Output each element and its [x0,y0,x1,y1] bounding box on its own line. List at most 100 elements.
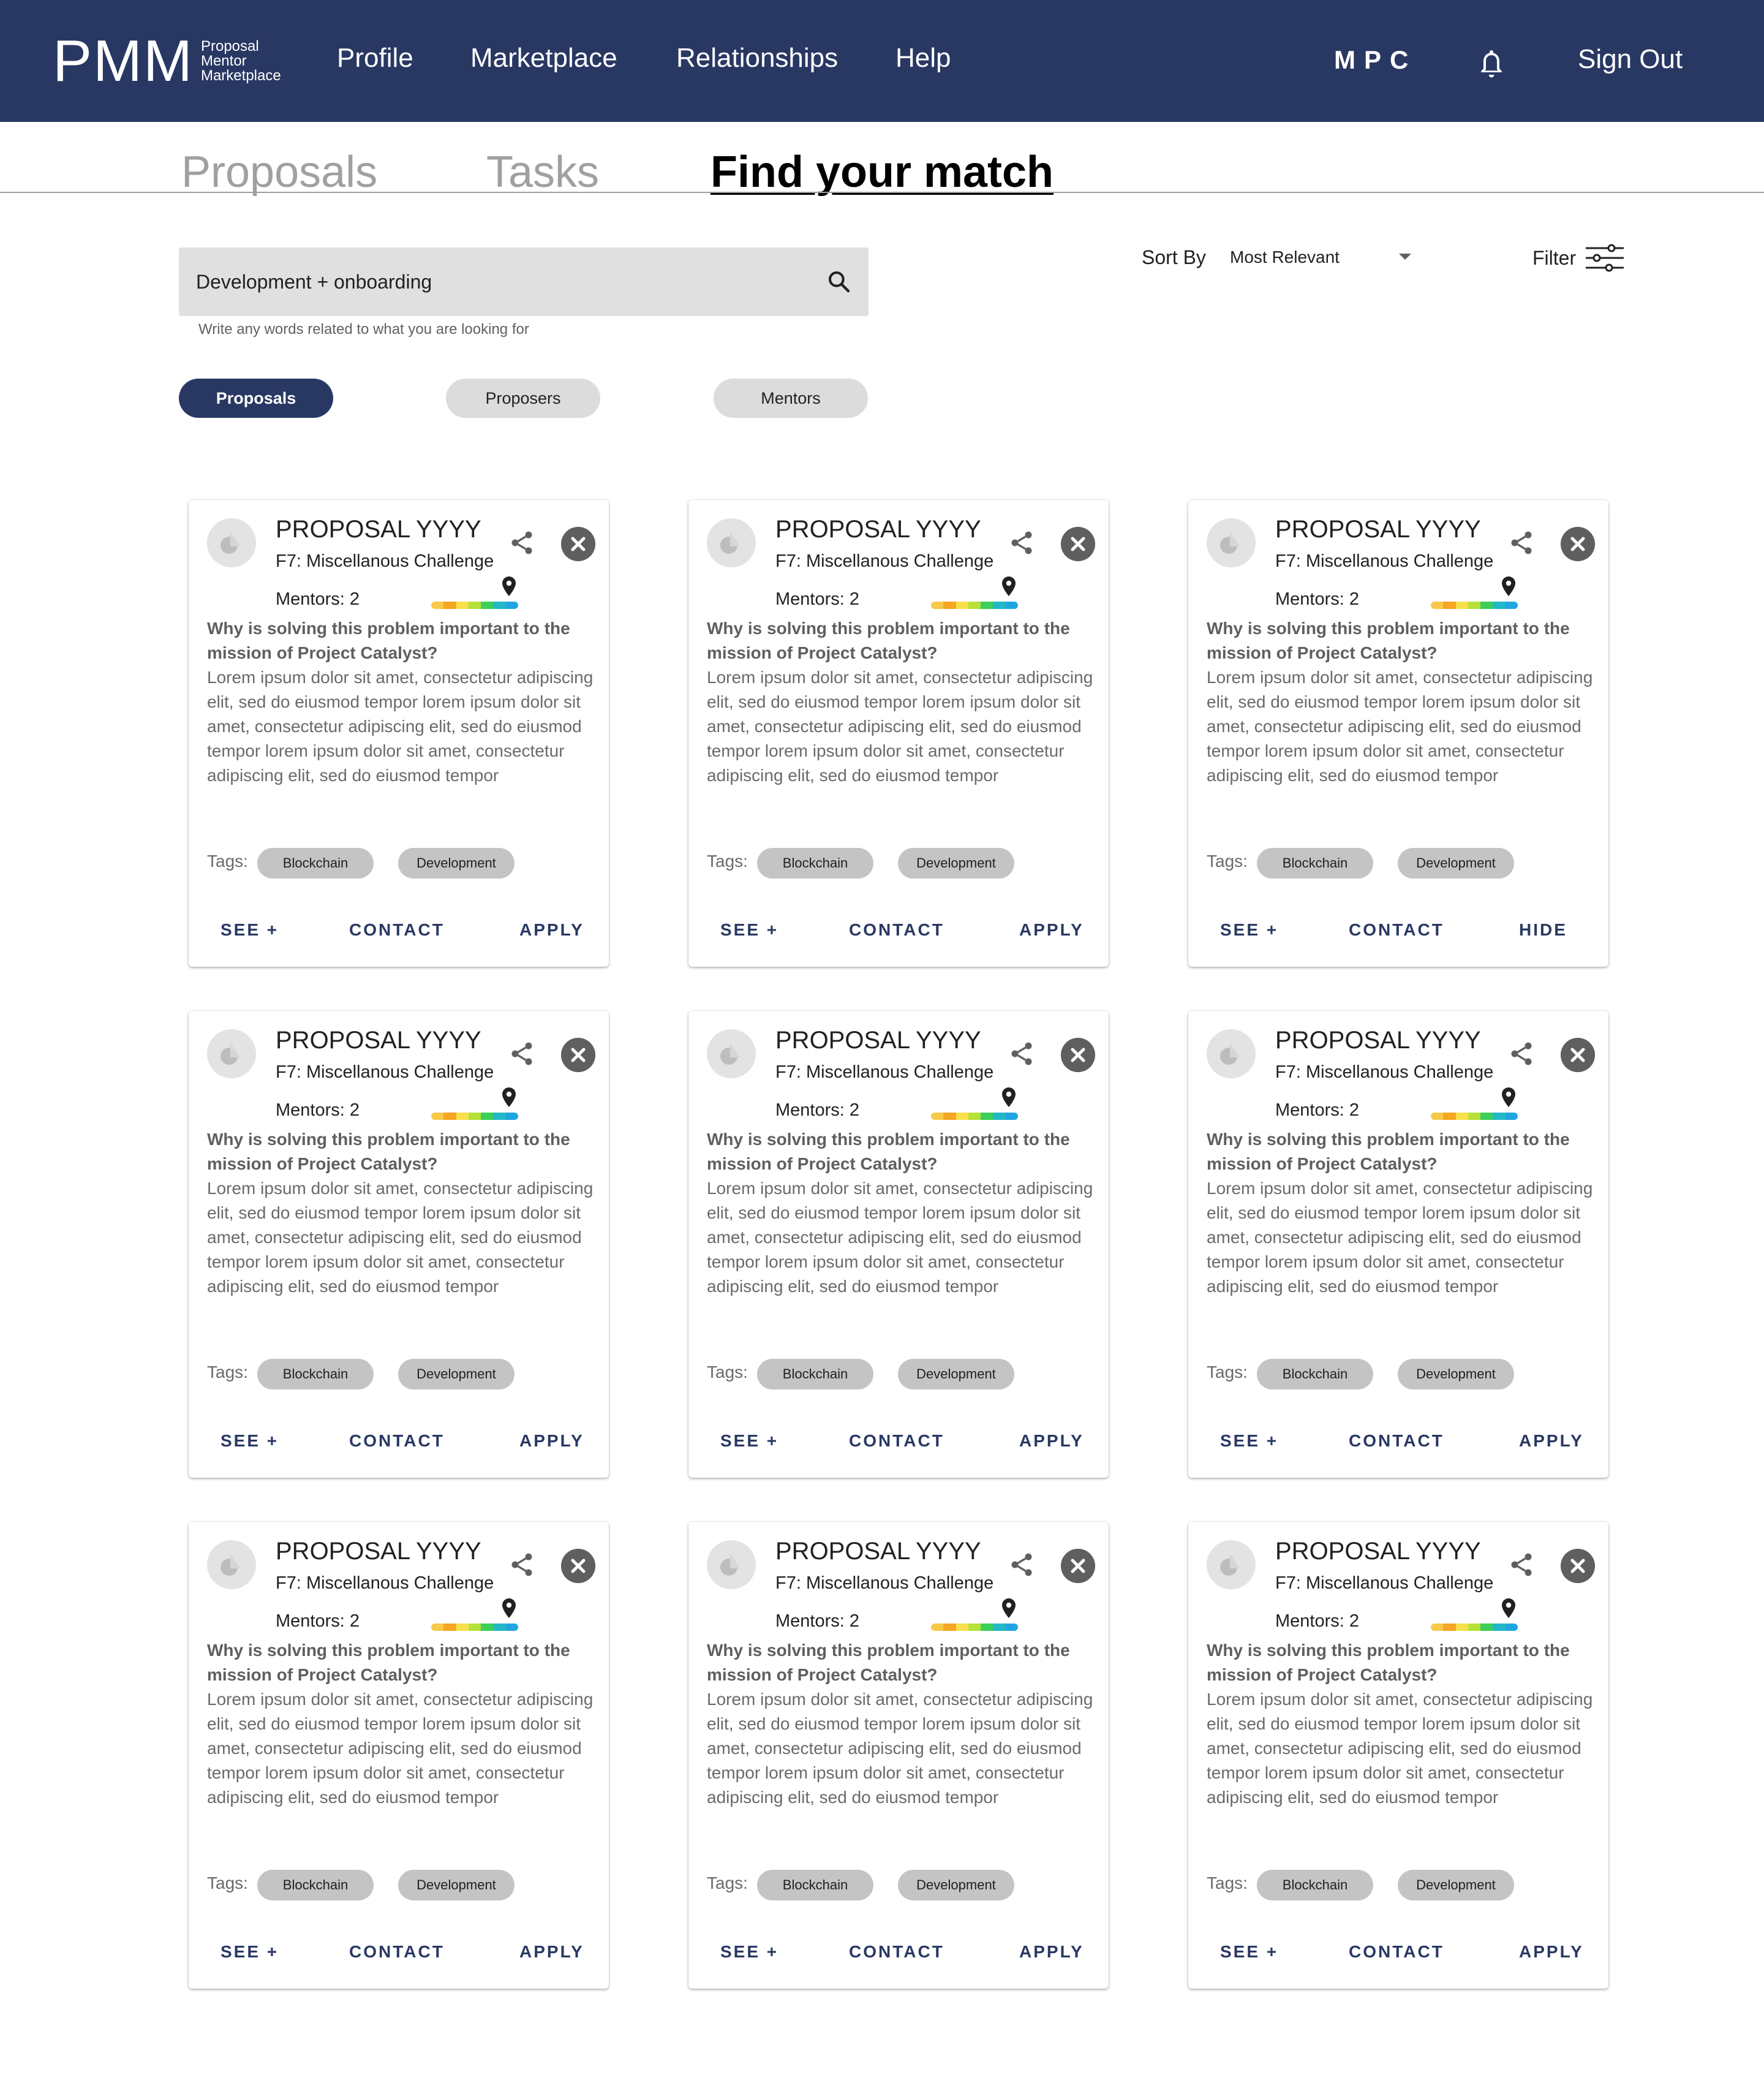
tab-tasks[interactable]: Tasks [486,147,599,197]
see-more-button[interactable]: SEE + [720,1431,778,1451]
sort-select[interactable]: Most Relevant [1230,248,1414,272]
logo[interactable]: PMM Proposal Mentor Marketplace [53,32,281,91]
contact-button[interactable]: CONTACT [849,920,944,940]
share-icon[interactable] [508,1040,535,1067]
share-icon[interactable] [1508,1040,1535,1067]
see-more-button[interactable]: SEE + [720,920,778,940]
apply-button[interactable]: APPLY [1019,1942,1084,1962]
close-icon[interactable] [561,1549,595,1583]
contact-button[interactable]: CONTACT [849,1942,944,1962]
proposal-card[interactable]: PROPOSAL YYYY F7: Miscellanous Challenge M… [1188,1011,1608,1478]
chip-proposals[interactable]: Proposals [179,379,333,418]
tab-find-your-match[interactable]: Find your match [710,147,1054,197]
sign-out-link[interactable]: Sign Out [1578,44,1683,75]
close-icon[interactable] [561,527,595,561]
tag-chip[interactable]: Blockchain [1257,1359,1373,1389]
match-bar-segment [456,1624,469,1631]
share-icon[interactable] [1008,1040,1035,1067]
see-more-button[interactable]: SEE + [1220,1942,1278,1962]
tags-label: Tags: [707,852,748,871]
match-bar-segment [468,1624,481,1631]
share-icon[interactable] [1508,1551,1535,1578]
contact-button[interactable]: CONTACT [849,1431,944,1451]
proposal-card[interactable]: PROPOSAL YYYY F7: Miscellanous Challenge M… [1188,500,1608,967]
search-input[interactable] [196,248,809,316]
tag-chip[interactable]: Blockchain [1257,848,1373,879]
apply-button[interactable]: APPLY [519,920,584,940]
bell-icon[interactable] [1476,48,1507,82]
tag-chip[interactable]: Development [398,1359,514,1389]
close-icon[interactable] [1061,527,1095,561]
nav-marketplace[interactable]: Marketplace [470,43,617,74]
apply-button[interactable]: APPLY [1019,920,1084,940]
proposal-card[interactable]: PROPOSAL YYYY F7: Miscellanous Challenge M… [189,500,609,967]
tag-chip[interactable]: Blockchain [757,848,873,879]
proposal-card[interactable]: PROPOSAL YYYY F7: Miscellanous Challenge M… [688,500,1109,967]
nav-relationships[interactable]: Relationships [676,43,838,74]
tag-chip[interactable]: Development [1398,848,1514,879]
see-more-button[interactable]: SEE + [1220,920,1278,940]
logo-mark: PMM [53,28,194,94]
tag-chip[interactable]: Blockchain [757,1359,873,1389]
logo-line: Proposal [200,38,259,55]
see-more-button[interactable]: SEE + [221,1431,279,1451]
tag-chip[interactable]: Development [1398,1359,1514,1389]
tag-chip[interactable]: Development [898,1870,1014,1900]
chip-proposers[interactable]: Proposers [446,379,600,418]
nav-help[interactable]: Help [895,43,951,74]
apply-button[interactable]: APPLY [519,1431,584,1451]
filter-label: Filter [1532,246,1577,269]
contact-button[interactable]: CONTACT [1349,1942,1444,1962]
close-icon[interactable] [1061,1549,1095,1583]
proposal-card[interactable]: PROPOSAL YYYY F7: Miscellanous Challenge M… [1188,1522,1608,1989]
tags-label: Tags: [707,1363,748,1382]
tag-chip[interactable]: Blockchain [1257,1870,1373,1900]
contact-button[interactable]: CONTACT [1349,920,1444,940]
share-icon[interactable] [1008,1551,1035,1578]
match-bar-segment [1455,1113,1468,1120]
tag-chip[interactable]: Development [898,1359,1014,1389]
contact-button[interactable]: CONTACT [1349,1431,1444,1451]
proposal-card[interactable]: PROPOSAL YYYY F7: Miscellanous Challenge M… [688,1011,1109,1478]
filter-button[interactable]: Filter [1532,241,1625,274]
share-icon[interactable] [1008,529,1035,556]
share-icon[interactable] [508,1551,535,1578]
apply-button[interactable]: APPLY [1019,1431,1084,1451]
see-more-button[interactable]: SEE + [1220,1431,1278,1451]
apply-button[interactable]: APPLY [1519,1942,1584,1962]
proposal-card[interactable]: PROPOSAL YYYY F7: Miscellanous Challenge M… [688,1522,1109,1989]
share-icon[interactable] [508,529,535,556]
see-more-button[interactable]: SEE + [221,920,279,940]
tab-proposals[interactable]: Proposals [181,147,377,197]
search-icon[interactable] [827,270,851,294]
nav-profile[interactable]: Profile [337,43,413,74]
close-icon[interactable] [1561,1038,1595,1072]
tag-chip[interactable]: Blockchain [257,848,374,879]
tag-chip[interactable]: Development [898,848,1014,879]
tag-chip[interactable]: Blockchain [257,1870,374,1900]
apply-button[interactable]: APPLY [1519,1431,1584,1451]
tag-chip[interactable]: Development [1398,1870,1514,1900]
close-icon[interactable] [1561,1549,1595,1583]
contact-button[interactable]: CONTACT [349,1431,445,1451]
tag-chip[interactable]: Blockchain [257,1359,374,1389]
see-more-button[interactable]: SEE + [720,1942,778,1962]
tag-chip[interactable]: Blockchain [757,1870,873,1900]
share-icon[interactable] [1508,529,1535,556]
proposal-card[interactable]: PROPOSAL YYYY F7: Miscellanous Challenge M… [189,1522,609,1989]
chip-mentors[interactable]: Mentors [714,379,868,418]
see-more-button[interactable]: SEE + [221,1942,279,1962]
contact-button[interactable]: CONTACT [349,1942,445,1962]
close-icon[interactable] [1061,1038,1095,1072]
close-icon[interactable] [1561,527,1595,561]
logo-line: Marketplace [200,67,281,84]
contact-button[interactable]: CONTACT [349,920,445,940]
user-initials[interactable]: MPC [1334,45,1417,75]
tag-chip[interactable]: Development [398,848,514,879]
apply-button[interactable]: APPLY [519,1942,584,1962]
proposal-card[interactable]: PROPOSAL YYYY F7: Miscellanous Challenge M… [189,1011,609,1478]
card-title: PROPOSAL YYYY [1275,1538,1481,1565]
hide-button[interactable]: HIDE [1519,920,1567,940]
tag-chip[interactable]: Development [398,1870,514,1900]
close-icon[interactable] [561,1038,595,1072]
